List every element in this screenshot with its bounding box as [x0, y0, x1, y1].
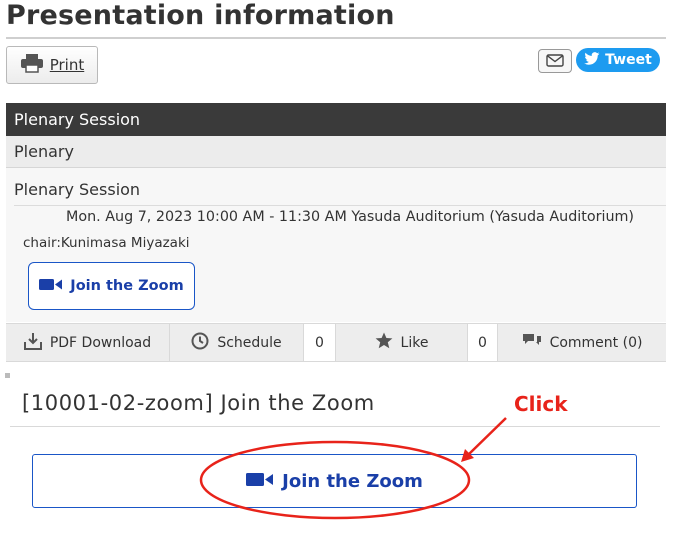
envelope-icon — [546, 52, 564, 71]
zoom-section-heading: [10001-02-zoom] Join the Zoom — [22, 391, 375, 415]
video-camera-icon — [246, 471, 274, 492]
print-label: Print — [49, 56, 85, 74]
schedule-count: 0 — [304, 324, 336, 361]
print-button[interactable]: Print — [6, 46, 98, 84]
click-annotation-label: Click — [514, 392, 568, 416]
join-zoom-label: Join the Zoom — [70, 278, 184, 294]
download-icon — [23, 332, 42, 354]
section-marker — [5, 373, 10, 378]
tweet-button[interactable]: Tweet — [576, 48, 660, 72]
comment-bubbles-icon — [522, 332, 542, 354]
like-label: Like — [400, 334, 429, 351]
schedule-label: Schedule — [217, 334, 282, 351]
twitter-bird-icon — [584, 51, 600, 69]
session-datetime-location: Mon. Aug 7, 2023 10:00 AM - 11:30 AM Yas… — [66, 209, 635, 225]
session-divider — [14, 205, 666, 206]
comment-button[interactable]: Comment (0) — [498, 324, 666, 361]
session-name: Plenary Session — [14, 180, 141, 199]
video-camera-icon — [39, 278, 63, 295]
session-details: Plenary Session Mon. Aug 7, 2023 10:00 A… — [6, 168, 666, 322]
star-icon — [375, 332, 393, 353]
tweet-label: Tweet — [605, 52, 652, 68]
clock-icon — [191, 332, 209, 354]
email-share-button[interactable] — [538, 49, 572, 73]
session-category: Plenary — [6, 136, 666, 168]
title-divider — [6, 37, 666, 39]
like-button[interactable]: Like — [336, 324, 468, 361]
comment-label: Comment (0) — [549, 334, 643, 351]
session-header: Plenary Session — [6, 103, 666, 136]
pdf-download-button[interactable]: PDF Download — [6, 324, 170, 361]
page-title: Presentation information — [6, 0, 395, 31]
action-bar: PDF Download Schedule 0 Like 0 Comment (… — [6, 323, 666, 362]
session-chair: chair:Kunimasa Miyazaki — [23, 235, 190, 251]
zoom-section-divider — [10, 426, 660, 427]
pdf-download-label: PDF Download — [49, 334, 152, 351]
like-count: 0 — [468, 324, 498, 361]
join-zoom-large-label: Join the Zoom — [282, 470, 423, 492]
schedule-button[interactable]: Schedule — [170, 324, 304, 361]
join-zoom-button-large[interactable]: Join the Zoom — [32, 454, 637, 508]
join-zoom-button-small[interactable]: Join the Zoom — [28, 262, 195, 310]
printer-icon — [20, 53, 44, 77]
pointer-arrow-shaft — [467, 417, 507, 456]
